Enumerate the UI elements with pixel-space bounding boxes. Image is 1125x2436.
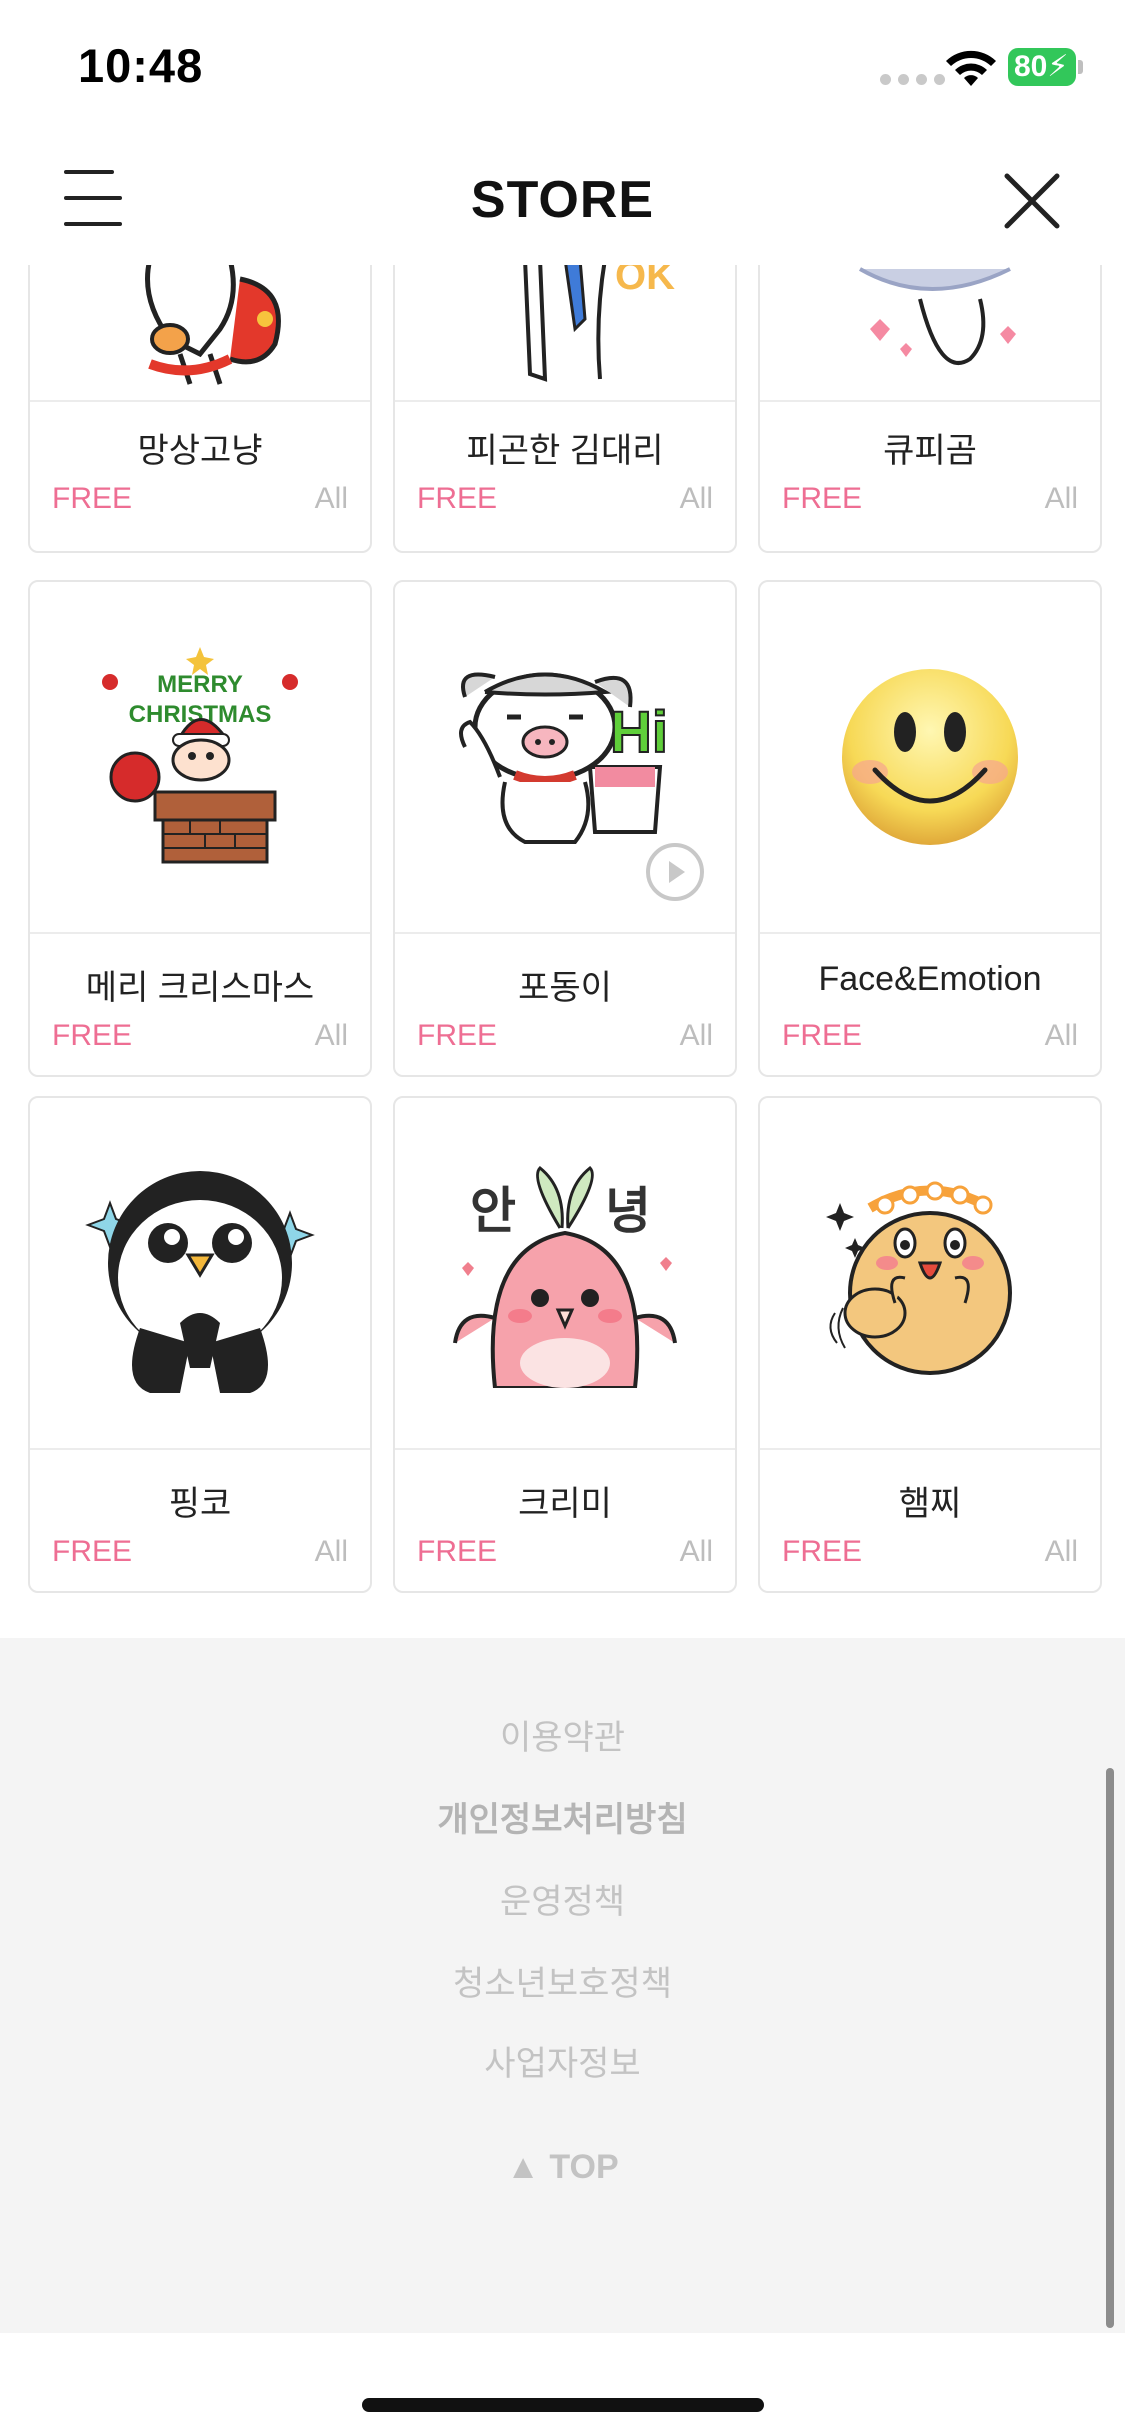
sticker-price: FREE bbox=[52, 482, 133, 515]
sticker-age-rating: All bbox=[1044, 482, 1078, 515]
sticker-price: FREE bbox=[782, 482, 863, 515]
play-icon[interactable] bbox=[645, 842, 705, 902]
sticker-price: FREE bbox=[782, 1535, 863, 1568]
close-icon[interactable] bbox=[1003, 172, 1061, 230]
sticker-card[interactable]: 안 녕 크리미 FREE All bbox=[393, 1096, 737, 1593]
status-time: 10:48 bbox=[78, 39, 204, 92]
sticker-card[interactable]: MERRY CHRISTMAS 메리 크리스마스 FREE All bbox=[28, 580, 372, 1077]
sticker-art-text: 녕 bbox=[605, 1182, 651, 1240]
battery-level: 80 bbox=[1014, 50, 1048, 83]
sticker-thumbnail-santa: MERRY CHRISTMAS bbox=[30, 582, 370, 934]
sticker-thumbnail-creamy: 안 녕 bbox=[395, 1098, 735, 1450]
sticker-thumbnail-smiley bbox=[760, 582, 1100, 934]
sticker-title: 햄찌 bbox=[898, 1485, 962, 1523]
sticker-title: 망상고냥 bbox=[137, 432, 263, 470]
scrollbar[interactable] bbox=[1106, 1768, 1114, 2328]
sticker-price: FREE bbox=[417, 1535, 498, 1568]
sticker-title: 크리미 bbox=[518, 1485, 612, 1523]
sticker-title: 포동이 bbox=[518, 969, 612, 1007]
battery-indicator: 80⚡ bbox=[1008, 48, 1076, 86]
sticker-title: 큐피곰 bbox=[883, 432, 977, 470]
terms-link[interactable]: 이용약관 bbox=[0, 1710, 1125, 1759]
sticker-price: FREE bbox=[52, 1019, 133, 1052]
page-title: STORE bbox=[470, 171, 655, 229]
sticker-card[interactable]: 햄찌 FREE All bbox=[758, 1096, 1102, 1593]
sticker-thumbnail-hamster bbox=[760, 1098, 1100, 1450]
status-bar: 10:48 80⚡ bbox=[0, 0, 1125, 140]
wifi-icon bbox=[946, 50, 996, 86]
business-info-link[interactable]: 사업자정보 bbox=[0, 2036, 1125, 2085]
battery-tip bbox=[1078, 60, 1083, 74]
scroll-top-button[interactable]: ▲ TOP bbox=[0, 2148, 1125, 2187]
sticker-age-rating: All bbox=[314, 1535, 348, 1568]
sticker-age-rating: All bbox=[679, 482, 713, 515]
sticker-age-rating: All bbox=[314, 1019, 348, 1052]
sticker-card[interactable]: Hi 포동이 FREE All bbox=[393, 580, 737, 1077]
sticker-thumbnail-penguin bbox=[30, 1098, 370, 1450]
sticker-thumbnail-cat bbox=[30, 247, 370, 402]
sticker-age-rating: All bbox=[1044, 1535, 1078, 1568]
sticker-title: 피곤한 김대리 bbox=[466, 432, 664, 470]
sticker-age-rating: All bbox=[1044, 1019, 1078, 1052]
sticker-price: FREE bbox=[52, 1535, 133, 1568]
sticker-age-rating: All bbox=[314, 482, 348, 515]
privacy-policy-link[interactable]: 개인정보처리방침 bbox=[0, 1792, 1125, 1841]
app-header: STORE bbox=[0, 140, 1125, 265]
youth-protection-link[interactable]: 청소년보호정책 bbox=[0, 1956, 1125, 2005]
sticker-title: 메리 크리스마스 bbox=[85, 969, 315, 1007]
sticker-card[interactable]: OK 피곤한 김대리 FREE All bbox=[393, 245, 737, 553]
home-indicator[interactable] bbox=[362, 2398, 764, 2412]
sticker-card[interactable]: 망상고냥 FREE All bbox=[28, 245, 372, 553]
sticker-thumbnail-office-worker: OK bbox=[395, 247, 735, 402]
sticker-price: FREE bbox=[417, 482, 498, 515]
sticker-title: Face&Emotion bbox=[818, 960, 1042, 998]
sticker-thumbnail-cupid-bear bbox=[760, 247, 1100, 402]
sticker-art-text: 안 bbox=[470, 1182, 516, 1240]
sticker-title: 핑코 bbox=[168, 1485, 232, 1523]
sticker-card[interactable]: 큐피곰 FREE All bbox=[758, 245, 1102, 553]
operation-policy-link[interactable]: 운영정책 bbox=[0, 1874, 1125, 1923]
sticker-card[interactable]: 핑코 FREE All bbox=[28, 1096, 372, 1593]
sticker-art-text: MERRY bbox=[157, 671, 243, 698]
sticker-price: FREE bbox=[782, 1019, 863, 1052]
sticker-art-text: Hi bbox=[610, 700, 668, 765]
cellular-signal-icon bbox=[880, 72, 952, 90]
footer: 이용약관 개인정보처리방침 운영정책 청소년보호정책 사업자정보 ▲ TOP bbox=[0, 1638, 1125, 2333]
sticker-age-rating: All bbox=[679, 1535, 713, 1568]
sticker-price: FREE bbox=[417, 1019, 498, 1052]
sticker-card[interactable]: Face&Emotion FREE All bbox=[758, 580, 1102, 1077]
sticker-age-rating: All bbox=[679, 1019, 713, 1052]
